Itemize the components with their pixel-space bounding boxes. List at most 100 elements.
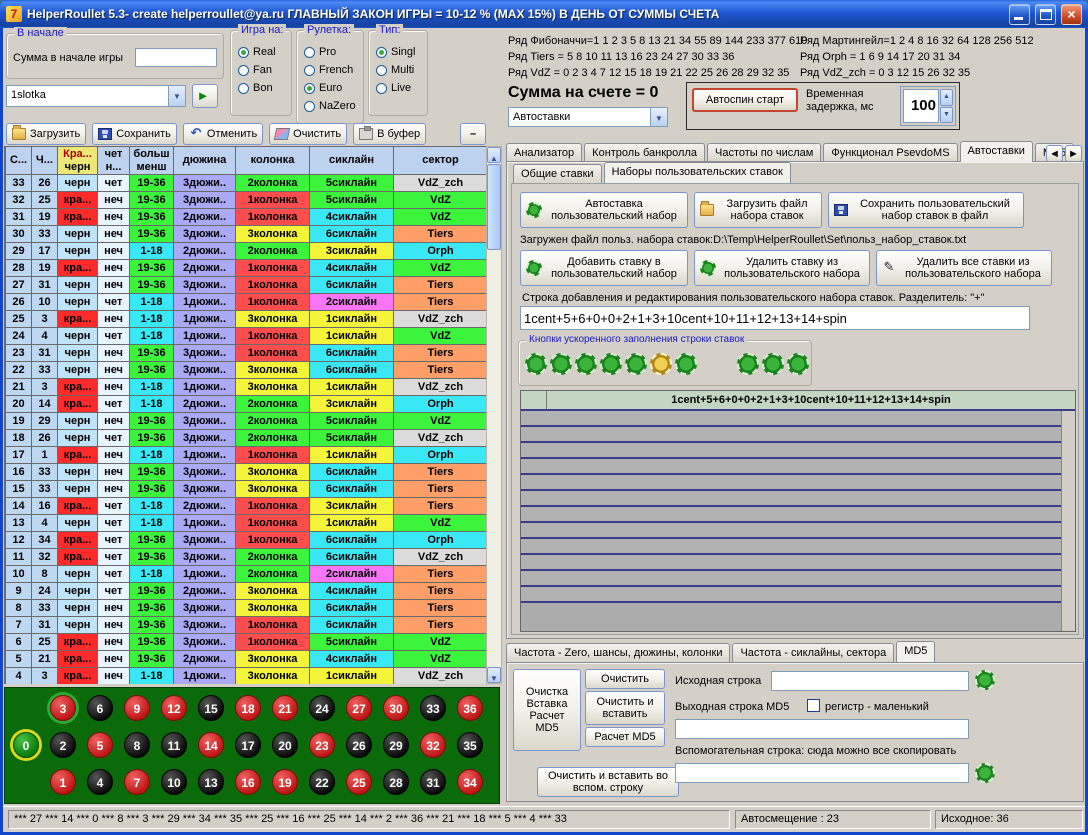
md5-aux-chip-button[interactable]: [975, 763, 995, 783]
md5-calc-button[interactable]: Расчет MD5: [585, 727, 665, 747]
md5-clear-paste-aux-button[interactable]: Очистить и вставить во вспом. строку: [537, 767, 679, 797]
table-row[interactable]: 3326чернчет19-363дюжи..2колонка5сиклайнV…: [6, 175, 487, 192]
table-row[interactable]: 1132кра...чет19-363дюжи..2колонка6сиклай…: [6, 549, 487, 566]
board-number-30[interactable]: 30: [383, 695, 409, 721]
maximize-button[interactable]: [1035, 4, 1056, 25]
quick-chip-button-3[interactable]: [575, 353, 597, 375]
tab-top-3[interactable]: Функционал PsevdoMS: [823, 143, 957, 162]
tab-scroll-right-button[interactable]: ►: [1065, 145, 1082, 162]
minimize-button[interactable]: [1009, 4, 1030, 25]
table-row[interactable]: 924чернчет19-362дюжи..3колонка4сиклайнTi…: [6, 583, 487, 600]
radio-option-fan[interactable]: Fan: [231, 61, 291, 79]
md5-source-input[interactable]: [771, 671, 969, 691]
bet-list-row[interactable]: [521, 427, 1075, 443]
table-row[interactable]: 2819кра...неч19-362дюжи..1колонка4сиклай…: [6, 260, 487, 277]
quick-chip-button-6[interactable]: [650, 353, 672, 375]
scroll-up-icon[interactable]: [487, 147, 501, 163]
board-number-19[interactable]: 19: [272, 769, 298, 795]
table-row[interactable]: 3225кра...неч19-363дюжи..1колонка5сиклай…: [6, 192, 487, 209]
table-row[interactable]: 2917черннеч1-182дюжи..2колонка3сиклайнOr…: [6, 243, 487, 260]
table-row[interactable]: 1416кра...чет1-182дюжи..1колонка3сиклайн…: [6, 498, 487, 515]
table-row[interactable]: 1234кра...чет19-363дюжи..1колонка6сиклай…: [6, 532, 487, 549]
bet-list-row[interactable]: [521, 571, 1075, 587]
slot-combobox[interactable]: 1slotka: [6, 85, 186, 107]
chevron-down-icon[interactable]: [168, 86, 185, 106]
tab-top-0[interactable]: Анализатор: [506, 143, 582, 162]
board-number-28[interactable]: 28: [383, 769, 409, 795]
table-row[interactable]: 833черннеч19-363дюжи..3колонка6сиклайнTi…: [6, 600, 487, 617]
add-bet-button[interactable]: Добавить ставку в пользовательский набор: [520, 250, 688, 286]
board-number-2[interactable]: 2: [50, 732, 76, 758]
table-row[interactable]: 1929черннеч19-363дюжи..2колонка5сиклайнV…: [6, 413, 487, 430]
board-number-14[interactable]: 14: [198, 732, 224, 758]
table-row[interactable]: 521кра...неч19-362дюжи..3колонка4сиклайн…: [6, 651, 487, 668]
scrollbar-thumb[interactable]: [487, 164, 501, 250]
board-number-7[interactable]: 7: [124, 769, 150, 795]
table-row[interactable]: 134чернчет1-181дюжи..1колонка1сиклайнVdZ: [6, 515, 487, 532]
board-number-9[interactable]: 9: [124, 695, 150, 721]
play-button[interactable]: [192, 84, 218, 108]
delay-value[interactable]: 100: [903, 89, 939, 123]
board-number-6[interactable]: 6: [87, 695, 113, 721]
start-sum-input[interactable]: [135, 48, 217, 67]
radio-option-real[interactable]: Real: [231, 43, 291, 61]
bet-list-row[interactable]: [521, 555, 1075, 571]
bet-list-row[interactable]: [521, 587, 1075, 603]
bet-list-row[interactable]: [521, 507, 1075, 523]
quick-chip-button-4[interactable]: [600, 353, 622, 375]
undo-button[interactable]: Отменить: [183, 123, 263, 145]
table-row[interactable]: 253кра...неч1-181дюжи..3колонка1сиклайнV…: [6, 311, 487, 328]
quick-chip-button-1[interactable]: [525, 353, 547, 375]
table-row[interactable]: 731черннеч19-363дюжи..1колонка6сиклайнTi…: [6, 617, 487, 634]
tab-top-1[interactable]: Контроль банкролла: [584, 143, 705, 162]
board-number-32[interactable]: 32: [420, 732, 446, 758]
radio-option-live[interactable]: Live: [369, 79, 427, 97]
board-number-8[interactable]: 8: [124, 732, 150, 758]
save-set-file-button[interactable]: Сохранить пользовательский набор ставок …: [828, 192, 1024, 228]
clear-button[interactable]: Очистить: [269, 123, 347, 145]
board-number-33[interactable]: 33: [420, 695, 446, 721]
table-row[interactable]: 2331черннеч19-363дюжи..1колонка6сиклайнT…: [6, 345, 487, 362]
tab-top-4[interactable]: Автоставки: [960, 141, 1033, 162]
table-row[interactable]: 43кра...неч1-181дюжи..3колонка1сиклайнVd…: [6, 668, 487, 685]
radio-option-french[interactable]: French: [297, 61, 363, 79]
table-row[interactable]: 244чернчет1-181дюжи..1колонка1сиклайнVdZ: [6, 328, 487, 345]
table-row[interactable]: 2731черннеч19-363дюжи..1колонка6сиклайнT…: [6, 277, 487, 294]
table-row[interactable]: 2233черннеч19-363дюжи..3колонка6сиклайнT…: [6, 362, 487, 379]
board-number-24[interactable]: 24: [309, 695, 335, 721]
tab-freq-2[interactable]: MD5: [896, 641, 935, 662]
bet-list-row[interactable]: [521, 491, 1075, 507]
quick-chip-button-9[interactable]: [737, 353, 759, 375]
board-number-17[interactable]: 17: [235, 732, 261, 758]
load-set-file-button[interactable]: Загрузить файл набора ставок: [694, 192, 822, 228]
table-row[interactable]: 625кра...неч19-363дюжи..1колонка5сиклайн…: [6, 634, 487, 651]
close-button[interactable]: ×: [1061, 4, 1082, 25]
tab-top-2[interactable]: Частоты по числам: [707, 143, 821, 162]
board-number-31[interactable]: 31: [420, 769, 446, 795]
board-number-29[interactable]: 29: [383, 732, 409, 758]
table-row[interactable]: 108чернчет1-181дюжи..2колонка2сиклайнTie…: [6, 566, 487, 583]
collapse-button[interactable]: –: [460, 123, 486, 145]
quick-chip-button-7[interactable]: [675, 353, 697, 375]
table-row[interactable]: 1826чернчет19-363дюжи..2колонка5сиклайнV…: [6, 430, 487, 447]
md5-source-chip-button[interactable]: [975, 670, 995, 690]
save-button[interactable]: Сохранить: [92, 123, 177, 145]
board-number-0[interactable]: 0: [13, 732, 39, 758]
board-number-15[interactable]: 15: [198, 695, 224, 721]
tab-sub-0[interactable]: Общие ставки: [513, 164, 602, 183]
md5-register-checkbox[interactable]: [807, 699, 820, 712]
table-row[interactable]: 2610чернчет1-181дюжи..1колонка2сиклайнTi…: [6, 294, 487, 311]
table-row[interactable]: 213кра...неч1-181дюжи..3колонка1сиклайнV…: [6, 379, 487, 396]
md5-multi-button[interactable]: Очистка Вставка Расчет MD5: [513, 669, 581, 751]
board-number-16[interactable]: 16: [235, 769, 261, 795]
board-number-10[interactable]: 10: [161, 769, 187, 795]
tab-sub-1[interactable]: Наборы пользовательских ставок: [604, 162, 791, 183]
md5-aux-input[interactable]: [675, 763, 969, 783]
board-number-13[interactable]: 13: [198, 769, 224, 795]
board-number-21[interactable]: 21: [272, 695, 298, 721]
radio-option-bon[interactable]: Bon: [231, 79, 291, 97]
bet-list-row[interactable]: [521, 523, 1075, 539]
bet-string-input[interactable]: [520, 306, 1030, 330]
bet-list-row[interactable]: [521, 411, 1075, 427]
table-row[interactable]: 171кра...неч1-181дюжи..1колонка1сиклайнO…: [6, 447, 487, 464]
